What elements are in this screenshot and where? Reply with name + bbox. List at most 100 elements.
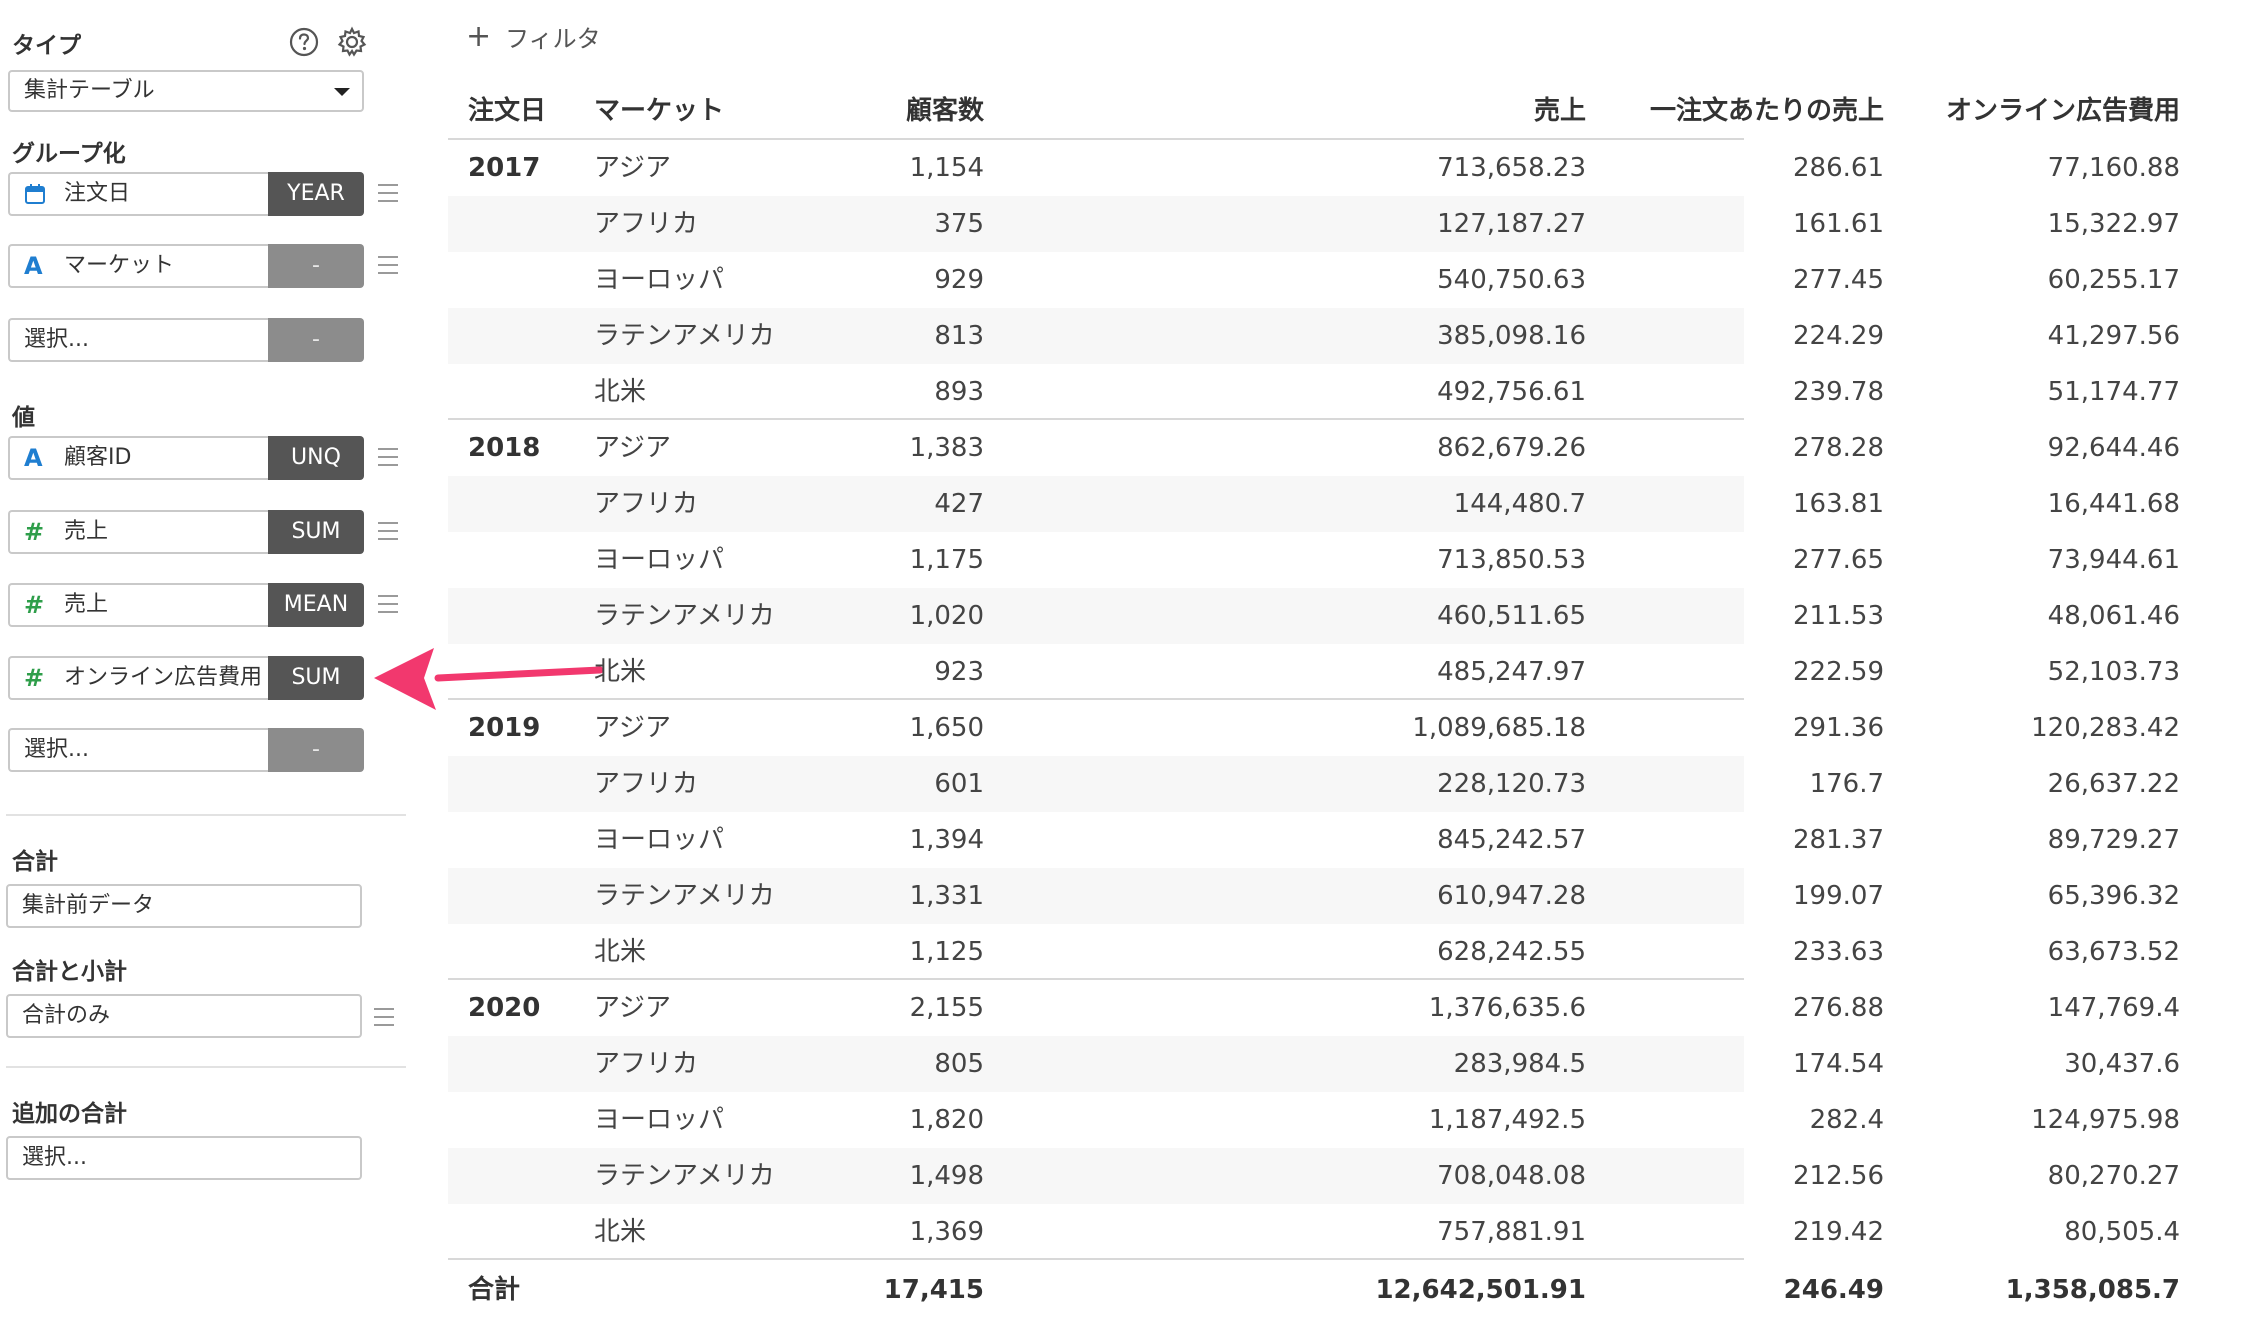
cell-market: 北米 <box>594 1217 647 1247</box>
cell-online-ad-cost: 26,637.22 <box>2047 769 2180 799</box>
plus-icon: + <box>466 18 492 54</box>
cell-online-ad-cost: 48,061.46 <box>2047 601 2180 631</box>
table-row: 北米 1,369 757,881.91 219.42 80,505.4 <box>448 1204 2180 1260</box>
field-name: 選択... <box>24 327 89 352</box>
table-row: 2018 アジア 1,383 862,679.26 278.28 92,644.46 <box>448 420 2180 476</box>
cell-customer-count: 1,125 <box>909 937 984 967</box>
table-row: 北米 1,125 628,242.55 233.63 63,673.52 <box>448 924 2180 980</box>
table-row: ヨーロッパ 1,175 713,850.53 277.65 73,944.61 <box>448 532 2180 588</box>
value-field-box[interactable]: # オンライン広告費用 <box>8 656 268 700</box>
drag-handle-icon[interactable] <box>378 256 398 274</box>
cell-market: ラテンアメリカ <box>594 321 775 351</box>
cell-customer-count: 1,650 <box>909 713 984 743</box>
cell-market: ラテンアメリカ <box>594 881 775 911</box>
cell-market: 北米 <box>594 657 647 687</box>
header-online-ad-cost[interactable]: オンライン広告費用 <box>1548 82 2180 140</box>
field-name: 選択... <box>24 737 89 762</box>
cell-customer-count: 1,154 <box>909 153 984 183</box>
table-row: ラテンアメリカ 1,331 610,947.28 199.07 65,396.32 <box>448 868 2180 924</box>
cell-market: アフリカ <box>594 489 699 519</box>
table-row: アフリカ 427 144,480.7 163.81 16,441.68 <box>448 476 2180 532</box>
cell-market: ヨーロッパ <box>594 265 725 295</box>
total-select[interactable]: 集計前データ <box>6 884 362 928</box>
value-field-sales-sum[interactable]: # 売上 SUM <box>8 510 398 554</box>
cell-market: アジア <box>594 433 671 463</box>
drag-handle-icon[interactable] <box>374 1008 394 1026</box>
group-field-select[interactable]: 選択... - <box>8 318 368 362</box>
cell-customer-count: 2,155 <box>909 993 984 1023</box>
value-field-sales-mean[interactable]: # 売上 MEAN <box>8 583 398 627</box>
agg-button[interactable]: SUM <box>268 510 364 554</box>
cell-customer-count: 923 <box>934 657 984 687</box>
drag-handle-icon[interactable] <box>378 448 398 466</box>
cell-online-ad-cost: 52,103.73 <box>2047 657 2180 687</box>
cell-online-ad-cost: 15,322.97 <box>2047 209 2180 239</box>
value-field-select[interactable]: 選択... - <box>8 728 368 772</box>
cell-online-ad-cost: 92,644.46 <box>2047 433 2180 463</box>
cell-online-ad-cost: 51,174.77 <box>2047 377 2180 407</box>
cell-online-ad-cost: 80,505.4 <box>2064 1217 2180 1247</box>
settings-panel: タイプ 集計テーブル グループ化 注文日 YEAR A マーケット - 選択..… <box>0 0 420 1328</box>
agg-button[interactable]: - <box>268 244 364 288</box>
table-row: ヨーロッパ 1,820 1,187,492.5 282.4 124,975.98 <box>448 1092 2180 1148</box>
agg-button[interactable]: - <box>268 728 364 772</box>
value-field-box[interactable]: A 顧客ID <box>8 436 268 480</box>
agg-button[interactable]: - <box>268 318 364 362</box>
group-field-market[interactable]: A マーケット - <box>8 244 398 288</box>
cell-online-ad-cost: 63,673.52 <box>2047 937 2180 967</box>
cell-customer-count: 1,383 <box>909 433 984 463</box>
agg-button[interactable]: SUM <box>268 656 364 700</box>
value-field-box[interactable]: 選択... <box>8 728 268 772</box>
total-ad-cell: 1,358,085.7 <box>2005 1275 2180 1305</box>
subtotal-select[interactable]: 合計のみ <box>6 994 362 1038</box>
cell-market: ラテンアメリカ <box>594 601 775 631</box>
cell-customer-count: 1,020 <box>909 601 984 631</box>
cell-online-ad-cost: 120,283.42 <box>2031 713 2180 743</box>
header-customer-count[interactable]: 顧客数 <box>828 82 984 140</box>
cell-year: 2020 <box>468 993 541 1023</box>
cell-online-ad-cost: 89,729.27 <box>2047 825 2180 855</box>
value-label: 値 <box>12 405 35 431</box>
agg-button[interactable]: YEAR <box>268 172 364 216</box>
type-label: タイプ <box>12 33 81 59</box>
total-row: 合計 17,415 12,642,501.91 246.49 1,358,085… <box>448 1260 2180 1320</box>
type-select[interactable]: 集計テーブル <box>8 70 364 112</box>
cell-market: ヨーロッパ <box>594 825 725 855</box>
header-market[interactable]: マーケット <box>594 82 724 140</box>
drag-handle-icon[interactable] <box>378 595 398 613</box>
cell-online-ad-cost: 147,769.4 <box>2047 993 2180 1023</box>
value-field-customer-id[interactable]: A 顧客ID UNQ <box>8 436 398 480</box>
cell-market: アジア <box>594 153 671 183</box>
agg-button[interactable]: MEAN <box>268 583 364 627</box>
cell-customer-count: 929 <box>934 265 984 295</box>
group-field-box[interactable]: 選択... <box>8 318 268 362</box>
value-field-box[interactable]: # 売上 <box>8 510 268 554</box>
table-row: アフリカ 805 283,984.5 174.54 30,437.6 <box>448 1036 2180 1092</box>
drag-handle-icon[interactable] <box>378 522 398 540</box>
value-field-online-ad[interactable]: # オンライン広告費用 SUM <box>8 656 368 700</box>
group-field-box[interactable]: 注文日 <box>8 172 268 216</box>
gear-icon[interactable] <box>336 26 368 58</box>
cell-online-ad-cost: 16,441.68 <box>2047 489 2180 519</box>
chevron-down-icon <box>334 88 350 96</box>
number-type-icon: # <box>24 591 45 619</box>
agg-button[interactable]: UNQ <box>268 436 364 480</box>
extra-total-select[interactable]: 選択... <box>6 1136 362 1180</box>
group-field-box[interactable]: A マーケット <box>8 244 268 288</box>
value-field-box[interactable]: # 売上 <box>8 583 268 627</box>
header-order-date[interactable]: 注文日 <box>468 82 546 140</box>
add-filter-button[interactable]: + フィルタ <box>466 18 601 54</box>
field-name: 売上 <box>64 519 109 544</box>
cell-market: ラテンアメリカ <box>594 1161 775 1191</box>
group-field-order-date[interactable]: 注文日 YEAR <box>8 172 398 216</box>
cell-market: アフリカ <box>594 1049 699 1079</box>
help-icon[interactable] <box>288 26 320 58</box>
cell-year: 2017 <box>468 153 541 183</box>
cell-online-ad-cost: 41,297.56 <box>2047 321 2180 351</box>
total-customers-cell: 17,415 <box>883 1275 984 1305</box>
drag-handle-icon[interactable] <box>378 184 398 202</box>
table-row: ヨーロッパ 1,394 845,242.57 281.37 89,729.27 <box>448 812 2180 868</box>
cell-customer-count: 1,820 <box>909 1105 984 1135</box>
filter-label: フィルタ <box>505 24 601 53</box>
table-row: 2020 アジア 2,155 1,376,635.6 276.88 147,769.4 <box>448 980 2180 1036</box>
